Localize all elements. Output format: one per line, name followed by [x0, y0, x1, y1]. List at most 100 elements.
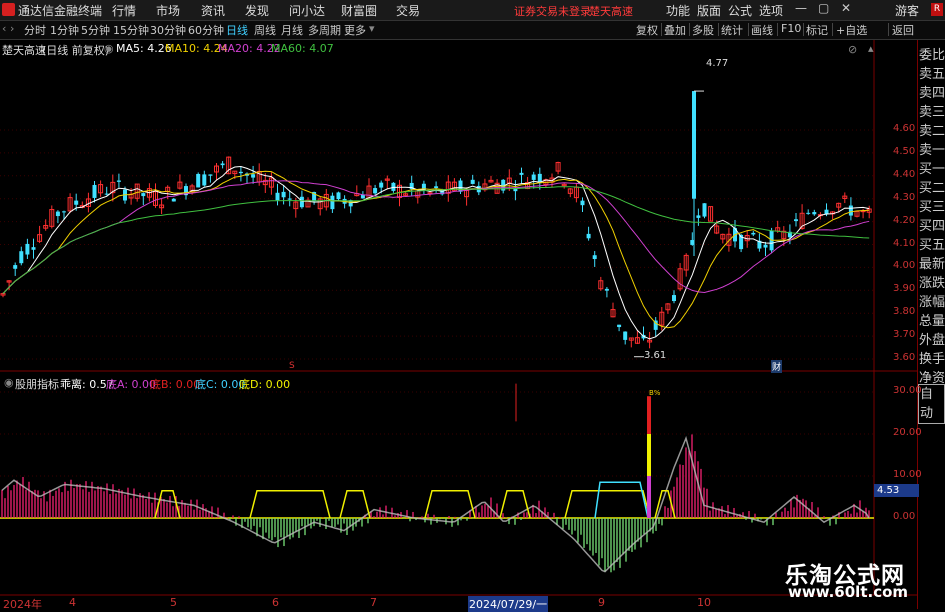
restore-icon[interactable]: ▢	[818, 1, 829, 15]
menu-gongshi[interactable]: 公式	[728, 2, 752, 19]
panel-item[interactable]: 买一	[919, 160, 945, 179]
candle-body	[623, 331, 628, 340]
panel-item[interactable]: 总量	[919, 312, 945, 331]
price-tick: 4.60	[893, 123, 916, 134]
period-weekly[interactable]: 周线	[254, 22, 276, 38]
menu-shichang[interactable]: 市场	[156, 2, 180, 19]
period-daily[interactable]: 日线	[226, 22, 248, 38]
panel-item[interactable]: 换手	[919, 350, 945, 369]
minimize-icon[interactable]: —	[795, 1, 807, 15]
toolbar-divider	[661, 23, 662, 36]
close-icon[interactable]: ✕	[841, 1, 851, 15]
btn-tongji[interactable]: 统计	[721, 22, 743, 38]
candle-body	[74, 200, 79, 205]
indicator-bottom-d: 底D: 0.00	[239, 378, 291, 391]
menu-caifuquan[interactable]: 财富圈	[341, 2, 377, 19]
price-tick: 4.30	[893, 191, 916, 203]
candle-body	[434, 186, 439, 188]
candle-body	[25, 243, 30, 255]
next-arrow-icon[interactable]: ›	[10, 22, 14, 35]
menu-zixun[interactable]: 资讯	[201, 2, 225, 19]
indicator-bottom-c: 底C: 0.00	[195, 378, 246, 391]
candle-body	[696, 215, 701, 218]
indicator-toggle-icon[interactable]: ◉	[4, 376, 14, 389]
panel-item[interactable]: 买三	[919, 198, 945, 217]
event-mark-s[interactable]: S	[289, 361, 295, 371]
panel-item[interactable]: 最新	[919, 255, 945, 274]
btn-biaoji[interactable]: 标记	[806, 22, 828, 38]
candle-body	[806, 212, 811, 214]
candle-body	[692, 91, 696, 199]
btn-f10[interactable]: F10	[781, 22, 801, 35]
r-badge-icon[interactable]: R	[931, 3, 943, 16]
btn-add-watchlist[interactable]: +自选	[836, 22, 867, 38]
x-label: 9	[598, 596, 605, 609]
x-label: 6	[272, 596, 279, 609]
indicator-bottom-a: 底A: 0.00	[106, 378, 157, 391]
price-tick: 3.80	[893, 306, 916, 318]
indicator-name[interactable]: 股朋指标	[15, 376, 59, 392]
login-alert[interactable]: 证券交易未登录	[514, 3, 591, 19]
toolbar-divider	[777, 23, 778, 36]
spike-magenta	[647, 476, 651, 518]
panel-item[interactable]: 涨跌	[919, 274, 945, 293]
btn-huaxian[interactable]: 画线	[751, 22, 773, 38]
menu-xuanxiang[interactable]: 选项	[759, 2, 783, 19]
candle-body	[251, 174, 256, 178]
guest-label[interactable]: 游客	[895, 2, 919, 19]
panel-item[interactable]: 卖二	[919, 122, 945, 141]
app-logo-icon	[2, 3, 15, 16]
btn-diejia[interactable]: 叠加	[664, 22, 686, 38]
candle-body	[116, 180, 121, 182]
chart-canvas[interactable]	[0, 40, 917, 609]
panel-item[interactable]: 委比	[919, 46, 945, 65]
period-60min[interactable]: 60分钟	[188, 22, 224, 38]
signal-step	[339, 489, 371, 519]
period-fenshi[interactable]: 分时	[24, 22, 46, 38]
btn-fuquan[interactable]: 复权	[636, 22, 658, 38]
period-15min[interactable]: 15分钟	[113, 22, 149, 38]
period-5min[interactable]: 5分钟	[81, 22, 110, 38]
panel-item[interactable]: 买五	[919, 236, 945, 255]
auto-button[interactable]: 自动	[918, 384, 945, 424]
panel-item[interactable]: 卖五	[919, 65, 945, 84]
btn-duogu[interactable]: 多股	[692, 22, 714, 38]
period-30min[interactable]: 30分钟	[150, 22, 186, 38]
toolbar-divider	[832, 23, 833, 36]
panel-item[interactable]: 买二	[919, 179, 945, 198]
stock-alert[interactable]: 楚天高速	[589, 3, 633, 19]
menu-faxian[interactable]: 发现	[245, 2, 269, 19]
menu-wenxiaoda[interactable]: 问小达	[289, 2, 325, 19]
prev-arrow-icon[interactable]: ‹	[2, 22, 6, 35]
panel-item[interactable]: 涨幅	[919, 293, 945, 312]
panel-item[interactable]: 买四	[919, 217, 945, 236]
candle-body	[238, 171, 243, 174]
menu-banmian[interactable]: 版面	[697, 2, 721, 19]
candle-body	[751, 232, 756, 235]
watermark-url: www.60lt.com	[788, 583, 909, 601]
period-1min[interactable]: 1分钟	[50, 22, 79, 38]
candle-body	[848, 205, 853, 216]
panel-item[interactable]: 卖三	[919, 103, 945, 122]
menu-gongneng[interactable]: 功能	[666, 2, 690, 19]
panel-item[interactable]: 外盘	[919, 331, 945, 350]
period-more[interactable]: 更多	[344, 22, 366, 38]
toolbar-divider	[718, 23, 719, 36]
candle-body	[62, 211, 66, 213]
panel-item[interactable]: 卖一	[919, 141, 945, 160]
x-label: 4	[69, 596, 76, 609]
period-monthly[interactable]: 月线	[281, 22, 303, 38]
menu-hangqing[interactable]: 行情	[112, 2, 136, 19]
period-multi[interactable]: 多周期	[308, 22, 341, 38]
candle-body	[702, 203, 707, 217]
candle-body	[672, 295, 676, 302]
indicator-tick: 0.00	[893, 511, 916, 522]
indicator-spike-mark: B%	[649, 389, 661, 397]
more-dropdown-icon[interactable]: ▾	[369, 22, 375, 35]
candle-body	[812, 212, 817, 215]
event-mark-finance[interactable]: 财	[771, 360, 783, 373]
panel-item[interactable]: 卖四	[919, 84, 945, 103]
btn-back[interactable]: 返回	[892, 22, 914, 38]
bias-line	[1, 435, 870, 573]
menu-jiaoyi[interactable]: 交易	[396, 2, 420, 19]
